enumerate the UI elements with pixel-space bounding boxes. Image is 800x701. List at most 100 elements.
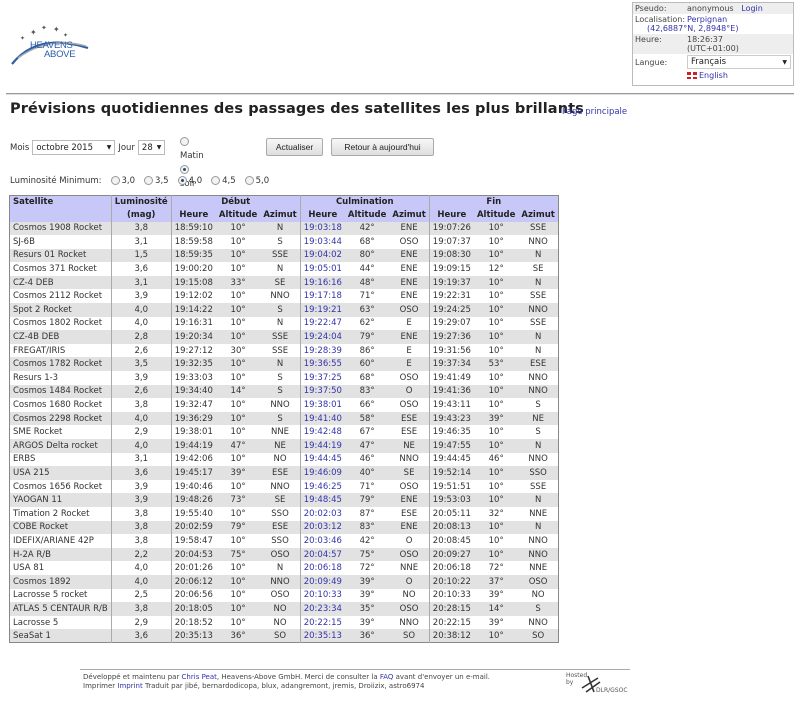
cell-cul-time[interactable]: 19:44:45 [299,452,345,467]
cell-cul-time[interactable]: 20:10:33 [299,588,345,603]
location-link[interactable]: Perpignan [687,15,791,24]
cell-cul-time[interactable]: 19:37:50 [299,384,345,399]
cell-end-azimuth: NNO [518,384,559,399]
cell-cul-time[interactable]: 19:41:40 [299,411,345,426]
table-row: SeaSat 1 3,6 20:35:13 36° SO 20:35:13 36° SO 20:… [9,629,559,643]
brightness-option[interactable]: 3,0 [110,176,135,186]
home-link[interactable]: Page principale [562,107,627,117]
cell-cul-time[interactable]: 20:02:03 [299,506,345,521]
cell-cul-time[interactable]: 20:03:46 [299,534,345,548]
cell-end-time: 19:31:56 [428,343,474,358]
cell-brightness: 3,8 [110,520,172,535]
coordinates-link[interactable]: (42,6887°N, 2,8948°E) [635,24,738,33]
cell-cul-azimuth: OSO [389,602,430,616]
cell-end-time: 19:07:26 [428,221,474,236]
cell-cul-altitude: 40° [344,466,390,480]
svg-text:✦: ✦ [41,24,47,32]
english-link[interactable]: English [687,71,791,80]
brightness-option[interactable]: 5,0 [244,176,269,186]
table-row: FREGAT/IRIS 2,6 19:27:12 30° SSE 19:28:39 86° E… [10,343,559,358]
brightness-option[interactable]: 4,5 [211,176,236,186]
cell-start-azimuth: N [260,357,301,372]
cell-cul-time[interactable]: 19:46:25 [299,479,345,494]
cell-cul-time[interactable]: 20:35:13 [299,629,345,643]
cell-cul-time[interactable]: 20:22:15 [299,615,345,630]
cell-brightness: 2,9 [110,615,172,630]
login-link[interactable]: Login [741,4,763,13]
cell-cul-time[interactable]: 19:28:39 [299,343,345,358]
cell-start-time: 19:40:46 [170,479,216,494]
cell-cul-time[interactable]: 19:38:01 [299,398,345,412]
cell-start-time: 20:06:56 [170,588,216,603]
cell-cul-time[interactable]: 19:22:47 [299,316,345,331]
cell-cul-azimuth: OSO [399,400,419,411]
cell-end-altitude: 32° [488,508,504,519]
cell-start-altitude: 10° [230,291,246,302]
cell-end-azimuth: N [518,520,559,535]
refresh-button[interactable]: Actualiser [266,138,323,156]
cell-end-time: 19:19:37 [428,275,474,290]
day-select[interactable]: 28 ▼ [137,140,165,155]
cell-end-altitude: 10° [473,493,519,507]
cell-end-azimuth: N [518,493,559,507]
cell-cul-time[interactable]: 20:04:57 [299,547,345,562]
header-divider [6,93,794,95]
cell-cul-time[interactable]: 19:24:04 [299,330,345,344]
col-cul-azimuth: Azimut [389,208,430,222]
cell-name: IDEFIX/ARIANE 42P [13,535,94,546]
cell-start-azimuth: N [276,264,284,275]
col-culmination: Culmination [299,195,430,209]
cell-cul-time[interactable]: 20:09:49 [299,574,345,589]
cell-name: COBE Rocket [9,520,112,535]
brightness-option[interactable]: 4,0 [177,176,202,186]
today-button[interactable]: Retour à aujourd'hui [331,138,434,156]
cell-cul-time[interactable]: 19:44:19 [299,439,345,453]
radio-morning[interactable]: Matin [180,135,204,163]
cell-cul-azimuth: O [389,574,430,589]
cell-cul-time[interactable]: 20:06:18 [299,561,345,575]
cell-cul-time[interactable]: 19:16:16 [299,275,345,290]
cell-end-time: 19:07:37 [428,235,474,249]
cell-cul-time[interactable]: 19:05:01 [299,262,345,276]
cell-cul-time[interactable]: 20:23:34 [299,602,345,616]
cell-cul-altitude: 68° [359,372,375,383]
hosted-by-dlr[interactable]: Hosted by DLR/GSOC [566,672,630,696]
cell-cul-time[interactable]: 19:48:45 [299,493,345,507]
cell-cul-altitude: 48° [344,275,390,290]
brightness-option[interactable]: 3,5 [144,176,169,186]
cell-cul-time[interactable]: 19:46:09 [299,466,345,480]
table-row: Lacrosse 5 rocket 2,5 20:06:56 10° OSO 20:10:… [10,588,559,603]
author-link[interactable]: Chris Peat [182,673,217,681]
cell-cul-time[interactable]: 19:04:02 [299,248,345,263]
faq-link[interactable]: FAQ [380,673,394,681]
cell-end-time: 19:53:03 [428,493,474,507]
month-select[interactable]: octobre 2015 ▼ [32,140,116,155]
cell-end-time: 19:46:35 [428,425,474,439]
col-brightness: Luminosité [110,195,172,209]
cell-cul-time[interactable]: 19:37:25 [299,371,345,385]
cell-cul-time[interactable]: 19:36:55 [299,357,345,372]
cell-end-time: 19:37:34 [428,357,474,372]
user-panel: Pseudo: anonymous Login Localisation: Pe… [632,2,794,86]
radio-icon [211,176,221,185]
cell-cul-time[interactable]: 19:03:18 [299,221,345,236]
cell-end-time: 20:38:12 [428,629,474,643]
col-end: Fin [428,195,559,209]
heavens-above-logo[interactable]: ✦ ✦ ✦ ✦ ✦ HEAVENS ABOVE [8,18,98,68]
cell-end-time: 19:51:51 [428,479,474,494]
cell-end-time: 20:06:18 [428,561,474,575]
cell-cul-time[interactable]: 19:19:21 [299,303,345,317]
cell-cul-time[interactable]: 19:17:18 [299,289,345,304]
cell-end-altitude: 14° [473,602,519,616]
cell-end-altitude: 10° [488,236,504,247]
table-row: CZ-4 DEB 3,1 19:15:08 33° SE 19:16:16 48° ENE 19… [9,275,559,290]
cell-cul-time[interactable]: 19:42:48 [299,425,345,439]
cell-start-time: 19:12:02 [170,289,216,304]
cell-cul-time[interactable]: 20:03:12 [299,520,345,535]
language-select[interactable]: Français ▼ [687,55,791,69]
cell-cul-azimuth: OSO [399,236,419,247]
month-label: Mois [10,142,30,153]
imprint-link[interactable]: Imprint [117,682,142,690]
cell-cul-altitude: 67° [359,427,375,438]
cell-cul-time[interactable]: 19:03:44 [299,235,345,249]
